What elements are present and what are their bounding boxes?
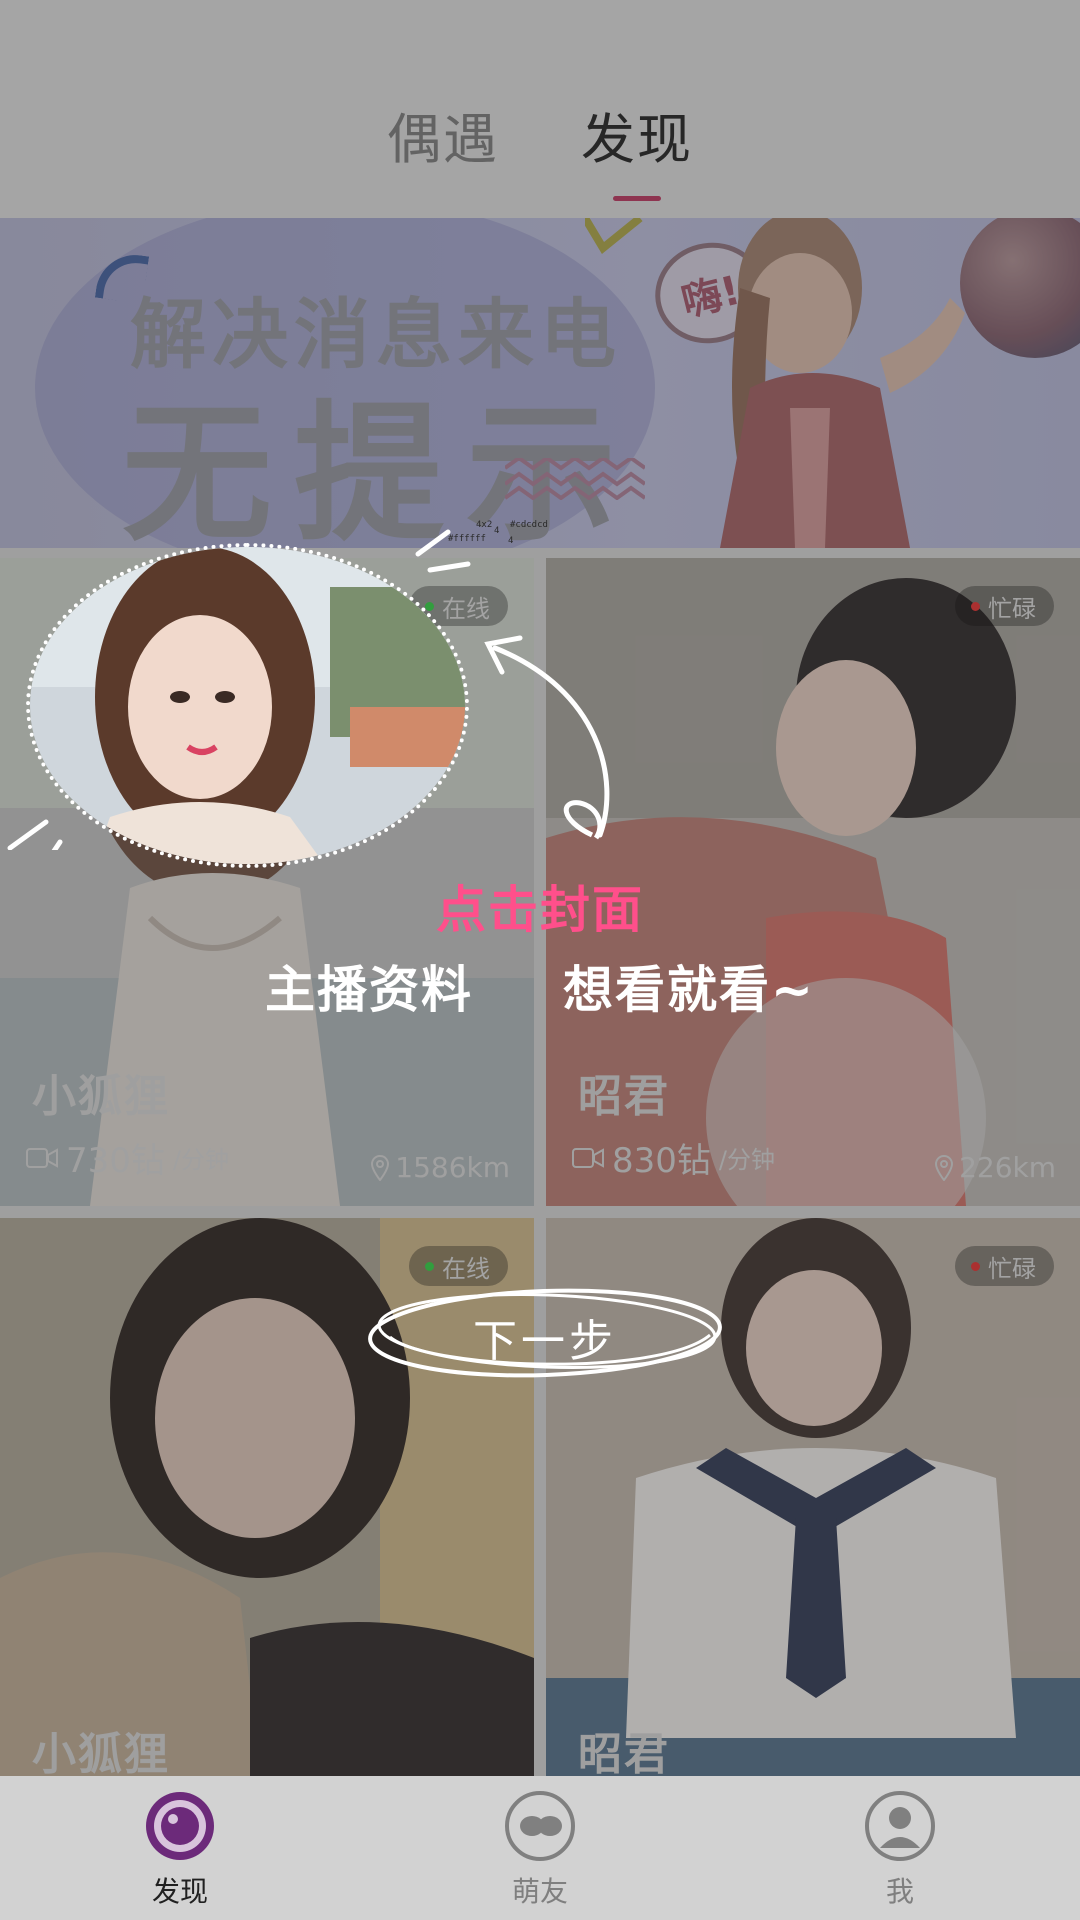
price-value: 830钻 bbox=[612, 1141, 711, 1181]
status-badge: 忙碌 bbox=[955, 1246, 1054, 1286]
status-dot-icon bbox=[971, 1261, 980, 1271]
price-unit: /分钟 bbox=[172, 1146, 229, 1174]
host-distance: 1586km bbox=[371, 1151, 510, 1184]
top-header: 偶遇 发现 bbox=[0, 0, 1080, 218]
next-step-button[interactable]: 下一步 bbox=[360, 1275, 730, 1390]
status-label: 忙碌 bbox=[988, 594, 1036, 623]
distance-value: 1586km bbox=[395, 1151, 510, 1184]
profile-icon bbox=[865, 1791, 935, 1861]
promo-banner[interactable]: 解决消息来电 无提示 嗨! 4x2 #cdcdcd #ffffff 4 4 bbox=[0, 218, 1080, 548]
nav-item-discover[interactable]: 发现 bbox=[0, 1776, 360, 1920]
guide-text-right: 想看就看~ bbox=[563, 961, 815, 1019]
video-icon bbox=[572, 1147, 604, 1168]
status-dot-icon bbox=[971, 601, 980, 611]
guide-title: 点击封面 bbox=[436, 881, 644, 939]
guide-text-left: 主播资料 bbox=[265, 961, 473, 1019]
video-icon bbox=[26, 1147, 58, 1168]
status-badge: 忙碌 bbox=[955, 586, 1054, 626]
nav-item-friends[interactable]: 萌友 bbox=[360, 1776, 720, 1920]
location-pin-icon bbox=[371, 1154, 390, 1181]
banner-model-image bbox=[720, 218, 965, 548]
friends-icon bbox=[505, 1791, 575, 1861]
status-label: 忙碌 bbox=[988, 1254, 1036, 1283]
check-decoration bbox=[585, 218, 643, 255]
tab-encounter[interactable]: 偶遇 bbox=[385, 95, 501, 174]
zigzag-decoration bbox=[505, 458, 645, 500]
tab-bar: 偶遇 发现 bbox=[0, 95, 1080, 174]
banner-title: 无提示 bbox=[122, 388, 639, 548]
nav-label-profile: 我 bbox=[885, 1875, 914, 1908]
host-name: 昭君 bbox=[578, 1071, 670, 1122]
price-unit: /分钟 bbox=[718, 1146, 775, 1174]
bottom-nav: 发现 萌友 我 bbox=[0, 1776, 1080, 1920]
nav-label-friends: 萌友 bbox=[511, 1875, 568, 1908]
next-step-label: 下一步 bbox=[473, 1316, 617, 1367]
location-pin-icon bbox=[935, 1154, 954, 1181]
tab-discover[interactable]: 发现 bbox=[579, 95, 695, 174]
nav-item-profile[interactable]: 我 bbox=[720, 1776, 1080, 1920]
host-name: 昭君 bbox=[578, 1729, 670, 1776]
discover-icon bbox=[146, 1792, 214, 1860]
nav-label-discover: 发现 bbox=[151, 1875, 208, 1908]
host-price: 830钻 /分钟 bbox=[572, 1133, 775, 1182]
pointer-arrow bbox=[7, 529, 610, 850]
host-price: 730钻 /分钟 bbox=[26, 1133, 229, 1182]
host-distance: 226km bbox=[935, 1151, 1056, 1184]
host-name: 小狐狸 bbox=[32, 1071, 170, 1122]
distance-value: 226km bbox=[959, 1151, 1056, 1184]
host-name: 小狐狸 bbox=[32, 1729, 170, 1776]
status-dot-icon bbox=[425, 1261, 434, 1271]
price-value: 730钻 bbox=[66, 1141, 165, 1181]
